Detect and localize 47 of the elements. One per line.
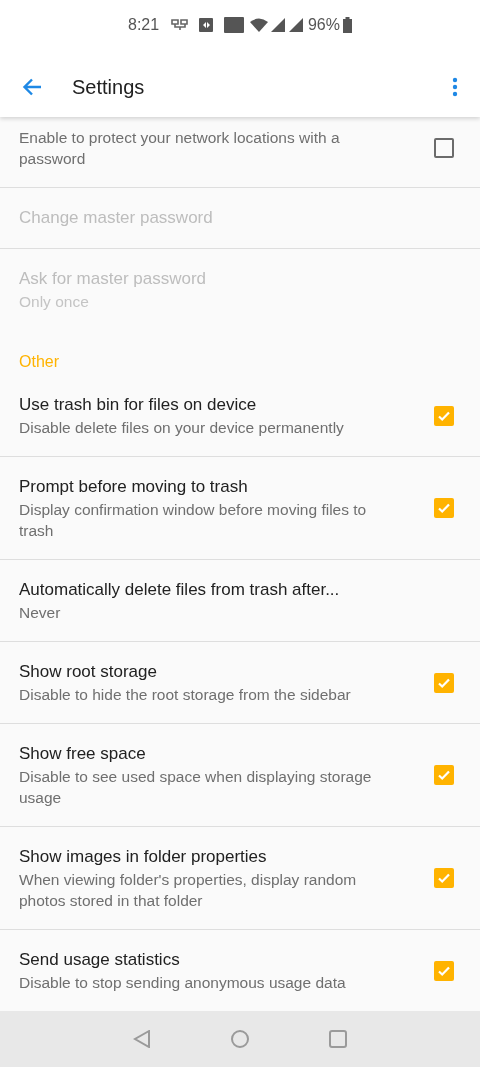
row-title: Change master password	[19, 207, 214, 229]
row-title: Send usage statistics	[19, 949, 181, 971]
row-title: Show images in folder properties	[19, 846, 268, 868]
settings-row[interactable]: Send usage statistics Disable to stop sending anonymous usage data	[0, 930, 480, 1011]
row-subtitle: When viewing folder's properties, display random photos stored in that folder	[19, 870, 358, 911]
checkbox[interactable]	[434, 138, 454, 158]
checkbox[interactable]	[434, 498, 454, 518]
app-icon	[199, 17, 214, 32]
row-title: Automatically delete files from trash after...	[19, 579, 341, 601]
settings-row[interactable]: Enable to protect your network locations with a password	[0, 117, 480, 188]
row-title: Show root storage	[19, 661, 158, 683]
clock: 8:21	[128, 14, 160, 35]
row-title: Show free space	[19, 743, 147, 765]
checkbox[interactable]	[434, 672, 454, 693]
settings-row[interactable]: Automatically delete files from trash after... Never	[0, 560, 480, 642]
row-title: Use trash bin for files on device	[19, 394, 258, 416]
row-subtitle: Disable to see used space when displaying storage usage	[19, 767, 373, 808]
back-nav-icon[interactable]	[133, 1030, 151, 1048]
battery-percent: 96%	[307, 14, 340, 35]
settings-row[interactable]: Show images in folder properties When viewing folder's properties, display random photos stored in that folder	[0, 827, 480, 930]
settings-row[interactable]: Prompt before moving to trash Display confirmation window before moving files to trash	[0, 457, 480, 560]
network-icon	[171, 18, 190, 31]
row-subtitle: Enable to protect your network locations with a password	[19, 128, 341, 169]
more-menu-icon[interactable]	[452, 77, 458, 97]
window-title: Settings	[72, 75, 145, 100]
row-title: Ask for master password	[19, 268, 208, 290]
row-subtitle: Display confirmation window before moving files to trash	[19, 500, 368, 541]
settings-row[interactable]: Use trash bin for files on device Disable delete files on your device permanently	[0, 375, 480, 457]
wifi-icon	[249, 17, 268, 32]
checkbox[interactable]	[434, 960, 454, 981]
back-arrow-icon[interactable]	[22, 78, 42, 96]
checkbox[interactable]	[434, 868, 454, 888]
battery-icon	[343, 16, 352, 33]
settings-row[interactable]: Show free space Disable to see used space when displaying storage usage	[0, 724, 480, 827]
row-subtitle: Disable to hide the root storage from the sidebar	[19, 685, 352, 705]
section-header: Other	[19, 353, 59, 370]
row-subtitle: Disable delete files on your device permanently	[19, 418, 345, 438]
row-subtitle: Never	[19, 603, 62, 623]
signal-icon	[270, 17, 285, 32]
checkbox[interactable]	[434, 405, 454, 426]
home-nav-icon[interactable]	[231, 1030, 249, 1048]
settings-row[interactable]: Show root storage Disable to hide the root storage from the sidebar	[0, 642, 480, 724]
row-title: Prompt before moving to trash	[19, 476, 249, 498]
row-subtitle: Disable to stop sending anonymous usage data	[19, 973, 347, 993]
checkbox[interactable]	[434, 765, 454, 785]
signal-icon	[288, 17, 303, 32]
recents-nav-icon[interactable]	[329, 1030, 347, 1048]
